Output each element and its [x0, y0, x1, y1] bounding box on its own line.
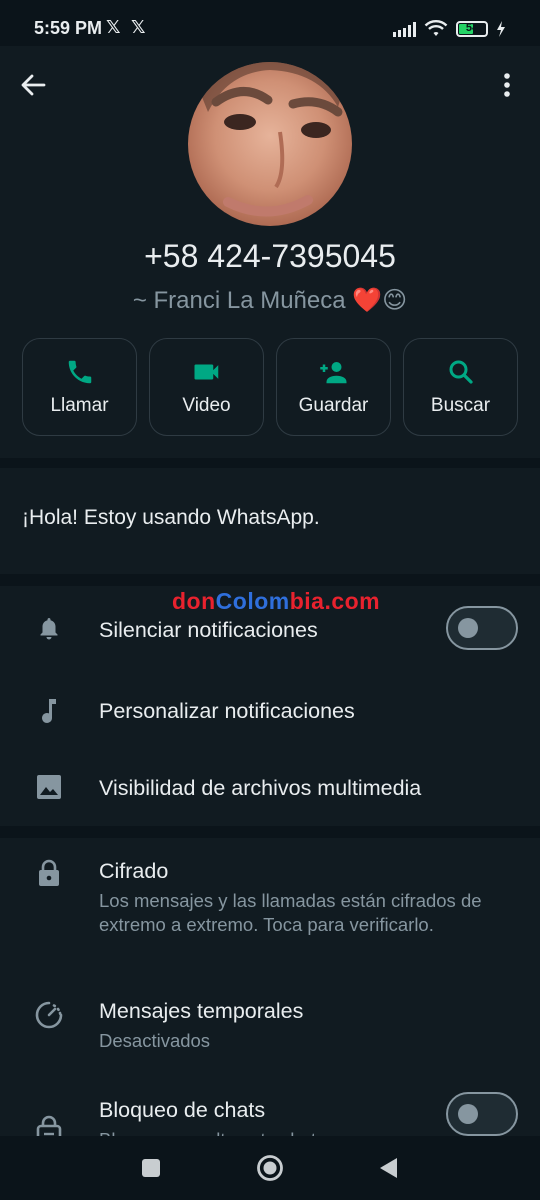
search-action-label: Buscar: [430, 395, 491, 416]
mute-notifications-label: Silenciar notificaciones: [99, 618, 318, 642]
custom-notifications-row[interactable]: Personalizar notificaciones: [0, 674, 540, 750]
contact-header: +58 424-7395045 ~ Franci La Muñeca ❤️😊 L…: [0, 46, 540, 458]
call-action-button[interactable]: Llamar: [22, 338, 137, 436]
mute-notifications-toggle[interactable]: [446, 606, 518, 650]
watermark-part: .com: [324, 588, 381, 614]
about-text: ¡Hola! Estoy usando WhatsApp.: [22, 506, 320, 529]
bell-icon: [34, 614, 64, 644]
encryption-title: Cifrado: [99, 859, 169, 883]
add-person-icon: [319, 362, 346, 384]
video-action-button[interactable]: Video: [149, 338, 264, 436]
image-icon: [34, 772, 64, 802]
x-app-notification-icon: 𝕏: [131, 17, 146, 37]
contact-push-name: ~ Franci La Muñeca ❤️😊: [132, 287, 408, 314]
disappearing-messages-status: Desactivados: [99, 1030, 211, 1051]
triangle-back-icon: [380, 1158, 397, 1178]
save-contact-label: Guardar: [298, 395, 369, 416]
about-section[interactable]: ¡Hola! Estoy usando WhatsApp.: [0, 468, 540, 574]
watermark-part: don: [172, 588, 216, 614]
arrow-back-icon: [21, 74, 46, 96]
search-action-button[interactable]: Buscar: [403, 338, 518, 436]
wifi-icon: [424, 20, 448, 36]
square-icon: [142, 1159, 160, 1177]
toggle-knob: [458, 618, 478, 638]
watermark: donColombia.com: [172, 588, 380, 615]
chat-lock-toggle[interactable]: [446, 1092, 518, 1136]
watermark-part: bia: [289, 588, 325, 614]
search-icon: [449, 360, 473, 384]
chat-lock-title: Bloqueo de chats: [99, 1098, 266, 1122]
circle-icon: [257, 1155, 283, 1181]
quick-actions: Llamar Video Guardar Buscar: [22, 338, 518, 436]
cellular-signal-icon: [393, 21, 416, 37]
more-vert-icon: [504, 73, 510, 97]
status-time: 5:59 PM: [34, 18, 103, 38]
call-action-label: Llamar: [50, 395, 109, 416]
contact-phone-number: +58 424-7395045: [144, 238, 396, 274]
more-options-button[interactable]: [490, 68, 524, 102]
x-app-notification-icon: 𝕏: [106, 17, 121, 37]
media-visibility-row[interactable]: Visibilidad de archivos multimedia: [0, 750, 540, 826]
profile-photo[interactable]: [188, 62, 352, 226]
back-button[interactable]: [16, 68, 50, 102]
custom-notifications-label: Personalizar notificaciones: [99, 699, 355, 723]
battery-icon: 54: [456, 21, 488, 37]
privacy-settings: Cifrado Los mensajes y las llamadas está…: [0, 838, 540, 1138]
watermark-part: lom: [247, 588, 290, 614]
video-camera-icon: [194, 364, 218, 380]
profile-photo-face: [188, 62, 352, 217]
chat-lock-row[interactable]: Bloqueo de chats Bloquea y oculta este c…: [0, 1078, 540, 1138]
save-contact-button[interactable]: Guardar: [276, 338, 391, 436]
encryption-description: Los mensajes y las llamadas están cifrad…: [99, 890, 482, 935]
toggle-knob: [458, 1104, 478, 1124]
charging-icon: [497, 21, 505, 37]
music-note-icon: [34, 696, 64, 726]
chat-lock-icon: [34, 1114, 64, 1138]
disappearing-messages-title: Mensajes temporales: [99, 999, 304, 1023]
home-button[interactable]: [254, 1152, 286, 1184]
status-bar: 5:59 PM 𝕏 𝕏 54: [0, 0, 540, 46]
recents-button[interactable]: [135, 1152, 167, 1184]
notification-settings: Silenciar notificaciones Personalizar no…: [0, 586, 540, 826]
battery-level: 54: [465, 22, 479, 34]
encryption-row[interactable]: Cifrado Los mensajes y las llamadas está…: [0, 838, 540, 978]
timer-icon: [34, 1000, 64, 1030]
back-nav-button[interactable]: [372, 1152, 404, 1184]
disappearing-messages-row[interactable]: Mensajes temporales Desactivados: [0, 978, 540, 1078]
watermark-part: Co: [215, 588, 248, 614]
video-action-label: Video: [182, 395, 231, 416]
system-navigation-bar: [0, 1136, 540, 1200]
phone-icon: [68, 360, 91, 384]
media-visibility-label: Visibilidad de archivos multimedia: [99, 776, 422, 800]
lock-icon: [34, 858, 64, 888]
